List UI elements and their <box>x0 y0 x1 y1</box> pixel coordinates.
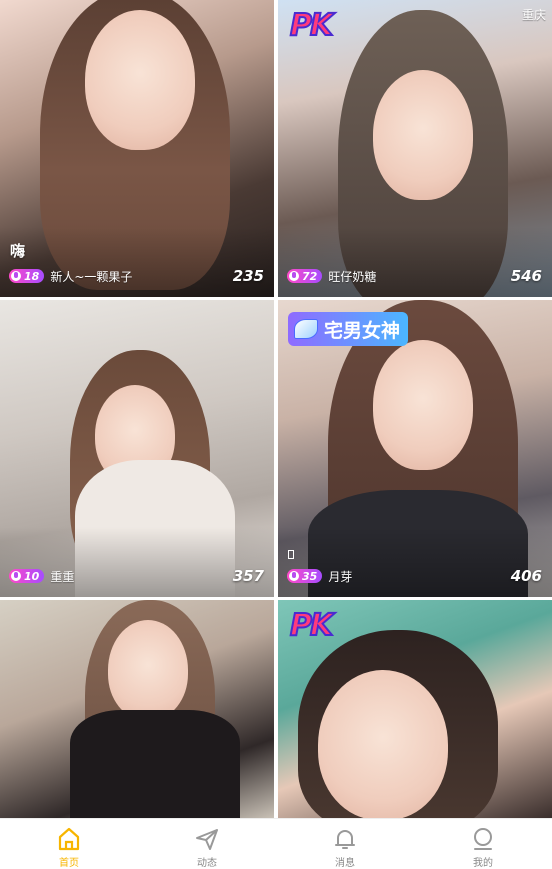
level-badge: 18 <box>9 269 45 283</box>
host-name: 新人~一颗果子 <box>50 269 133 284</box>
live-room-card[interactable]: PK 重庆 72 旺仔奶糖 546 <box>278 0 552 297</box>
pk-badge: PK <box>289 7 334 44</box>
mic-icon <box>11 571 21 581</box>
live-room-card[interactable] <box>0 600 274 818</box>
level-badge: 10 <box>9 569 45 583</box>
home-icon <box>58 827 80 851</box>
live-room-grid: 嗨 18 新人~一颗果子 235 PK 重庆 72 旺仔奶糖 546 10 重重… <box>0 0 552 818</box>
viewer-count: 406 <box>510 567 542 585</box>
tab-label: 首页 <box>59 858 79 869</box>
host-name: 旺仔奶糖 <box>328 269 377 284</box>
viewer-count: 235 <box>232 267 264 285</box>
city-label: 重庆 <box>521 8 546 22</box>
cover-face <box>108 620 188 720</box>
room-tag: 宅男女神 <box>288 312 409 346</box>
tab-feed[interactable]: 动态 <box>138 819 276 869</box>
tab-profile[interactable]: 我的 <box>414 819 552 869</box>
tab-home[interactable]: 首页 <box>0 819 138 869</box>
mic-icon <box>289 271 299 281</box>
wing-icon <box>294 319 318 339</box>
profile-icon <box>474 828 492 850</box>
live-room-card[interactable]: PK <box>278 600 552 818</box>
live-room-card[interactable]: 10 重重 357 <box>0 300 274 597</box>
pk-badge: PK <box>289 607 334 644</box>
host-name: 重重 <box>50 569 75 584</box>
tab-label: 我的 <box>473 858 493 869</box>
room-caption: 嗨 <box>10 242 26 260</box>
live-room-card[interactable]: 宅男女神 35 月芽 406 <box>278 300 552 597</box>
level-badge: 72 <box>287 269 323 283</box>
mic-icon <box>289 571 299 581</box>
cover-face <box>318 670 448 818</box>
mic-icon <box>11 271 21 281</box>
tab-label: 动态 <box>197 858 217 869</box>
host-name: 月芽 <box>328 569 353 584</box>
viewer-count: 357 <box>232 567 264 585</box>
live-room-card[interactable]: 嗨 18 新人~一颗果子 235 <box>0 0 274 297</box>
outfit <box>70 710 240 818</box>
small-icon <box>288 550 294 559</box>
paper-plane-icon <box>196 829 218 850</box>
room-meta: 10 重重 357 <box>9 567 264 585</box>
room-meta: 72 旺仔奶糖 546 <box>287 267 542 285</box>
room-meta: 18 新人~一颗果子 235 <box>9 267 264 285</box>
cover-face <box>373 70 473 200</box>
cover-face <box>373 340 473 470</box>
level-badge: 35 <box>287 569 323 583</box>
cover-face <box>85 10 195 150</box>
tab-messages[interactable]: 消息 <box>276 819 414 869</box>
bottom-tab-bar: 首页 动态 消息 我的 <box>0 818 552 869</box>
tab-label: 消息 <box>335 858 355 869</box>
room-meta: 35 月芽 406 <box>287 567 542 585</box>
bell-icon <box>335 830 355 849</box>
viewer-count: 546 <box>510 267 542 285</box>
